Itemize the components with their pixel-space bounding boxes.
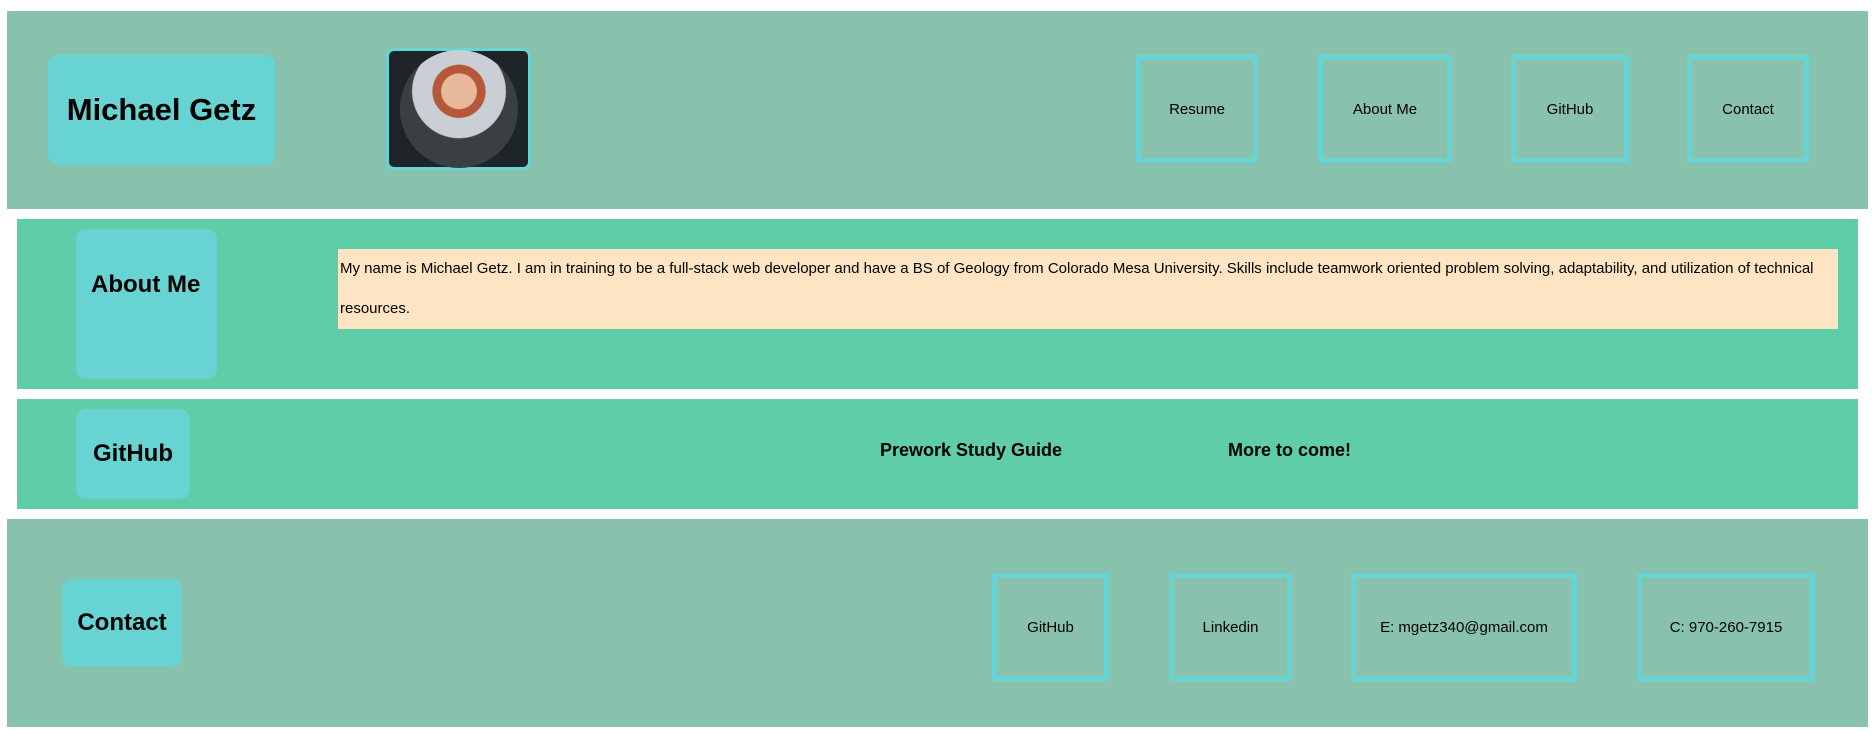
github-section: GitHub Prework Study Guide More to come! <box>17 399 1858 509</box>
profile-photo-icon <box>399 50 518 168</box>
contact-section: Contact GitHub Linkedin E: mgetz340@gmai… <box>7 519 1868 727</box>
about-text: My name is Michael Getz. I am in trainin… <box>338 249 1838 329</box>
contact-heading: Contact <box>62 579 182 667</box>
nav-resume[interactable]: Resume <box>1136 55 1258 163</box>
site-header: Michael Getz Resume About Me GitHub Cont… <box>7 11 1868 209</box>
nav-about-me[interactable]: About Me <box>1318 55 1452 163</box>
nav-contact[interactable]: Contact <box>1687 55 1809 163</box>
contact-phone-link[interactable]: C: 970-260-7915 <box>1637 573 1815 681</box>
contact-github-link[interactable]: GitHub <box>992 573 1109 681</box>
contact-email-link[interactable]: E: mgetz340@gmail.com <box>1351 573 1577 681</box>
avatar <box>386 48 531 170</box>
about-section: About Me My name is Michael Getz. I am i… <box>17 219 1858 389</box>
about-heading: About Me <box>76 229 217 379</box>
repo-placeholder: More to come! <box>1228 440 1352 460</box>
github-heading: GitHub <box>76 409 190 499</box>
contact-linkedin-link[interactable]: Linkedin <box>1169 573 1292 681</box>
nav-github[interactable]: GitHub <box>1511 55 1629 163</box>
repo-link-prework-study-guide[interactable]: Prework Study Guide <box>880 440 1062 461</box>
site-title: Michael Getz <box>48 55 275 165</box>
